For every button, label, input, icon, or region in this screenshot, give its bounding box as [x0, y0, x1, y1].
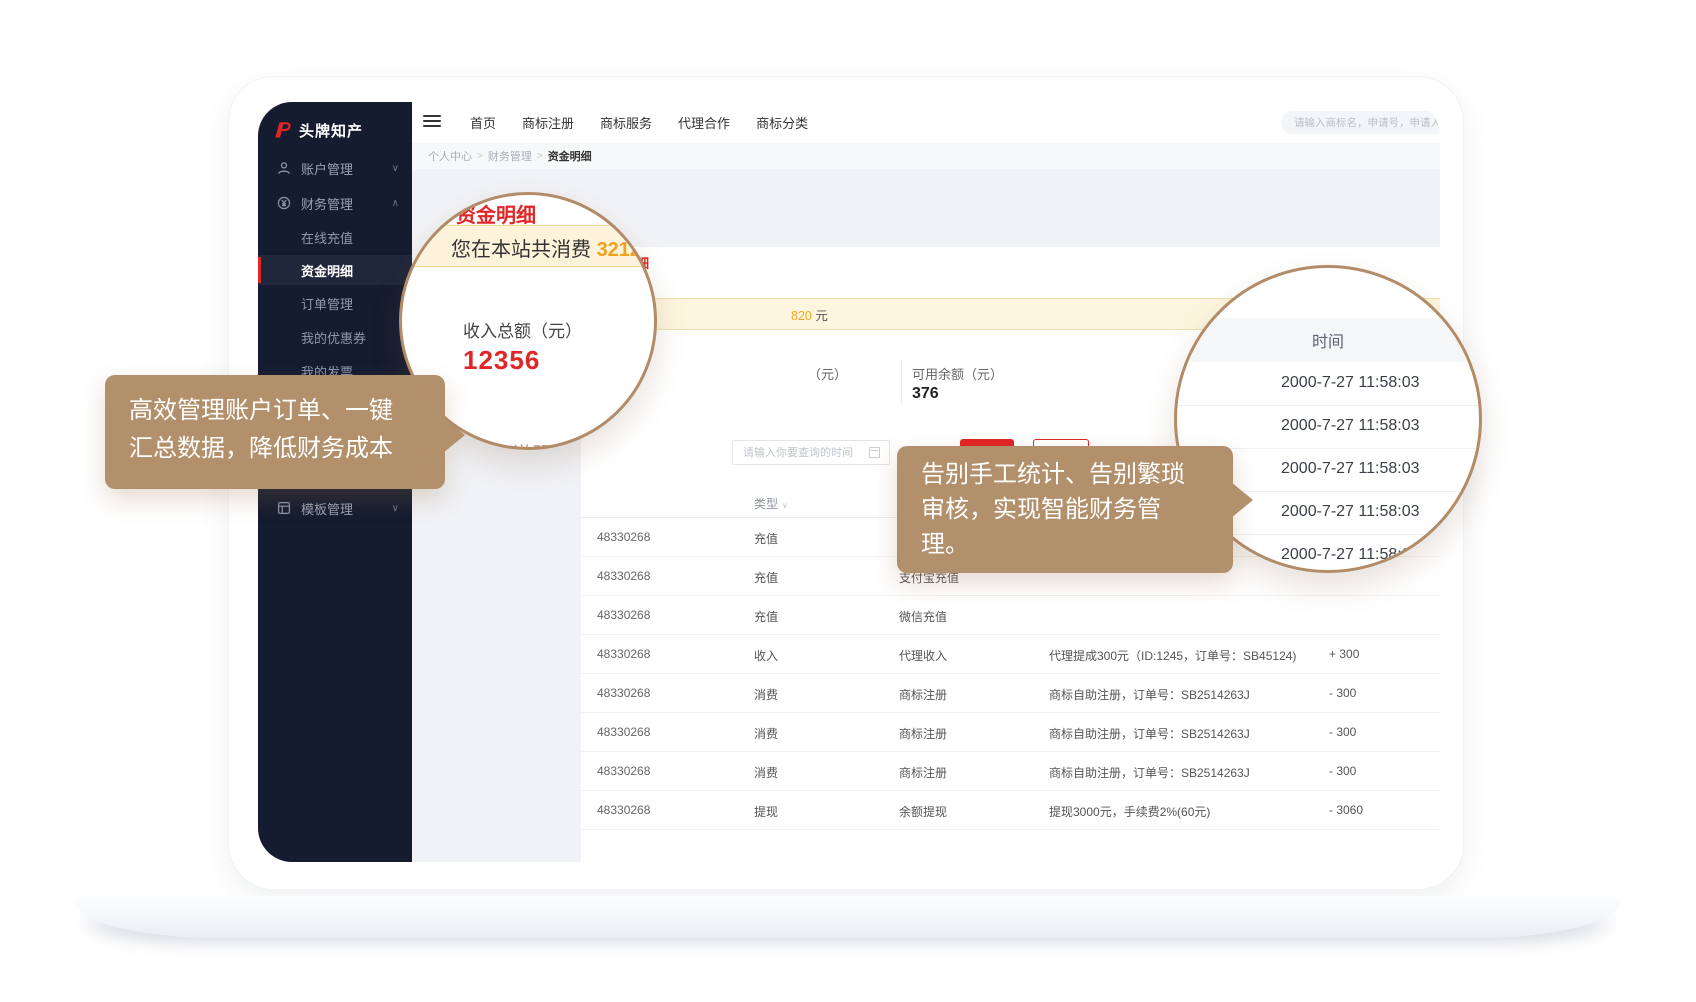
- breadcrumb-item[interactable]: 个人中心: [428, 148, 472, 164]
- trademark-search-input[interactable]: [1281, 111, 1440, 134]
- nav-item-trademark-category[interactable]: 商标分类: [756, 113, 808, 132]
- breadcrumb-separator: [477, 150, 483, 162]
- chevron-up-icon: [392, 198, 399, 209]
- sidebar-subitem-coupons[interactable]: 我的优惠券: [258, 322, 412, 352]
- sidebar-item-finance[interactable]: 财务管理: [258, 187, 412, 219]
- date-query-input[interactable]: [732, 440, 890, 465]
- breadcrumb: 个人中心 财务管理 资金明细: [428, 148, 592, 164]
- brand-logo-icon: [272, 120, 292, 140]
- hamburger-icon[interactable]: [423, 115, 441, 129]
- stats-divider: [901, 359, 902, 405]
- magnified-income-label: 收入总额（元）: [463, 317, 582, 342]
- sidebar-subitem-recharge[interactable]: 在线充值: [258, 222, 412, 252]
- sidebar-item-label: 财务管理: [301, 194, 353, 213]
- consumption-banner-text: 820 元: [791, 305, 828, 324]
- pagination-prev[interactable]: <: [1422, 858, 1440, 862]
- breadcrumb-band: 个人中心 财务管理 资金明细: [412, 143, 1440, 169]
- sidebar-item-label: 账户管理: [301, 159, 353, 178]
- calendar-icon[interactable]: [869, 447, 880, 458]
- breadcrumb-item[interactable]: 财务管理: [488, 148, 532, 164]
- magnified-banner-text: 您在本站共消费 32124 大: [451, 233, 657, 262]
- user-icon: [277, 161, 291, 175]
- nav-item-trademark-service[interactable]: 商标服务: [600, 113, 652, 132]
- magnified-income-value: 12356: [463, 345, 540, 376]
- sidebar-item-template[interactable]: 模板管理: [258, 492, 412, 524]
- magnified-time-header: 时间: [1174, 318, 1482, 362]
- nav-item-trademark-register[interactable]: 商标注册: [522, 113, 574, 132]
- column-header-type[interactable]: 类型: [754, 495, 788, 512]
- stage: 头牌知产 账户管理 财务管理: [0, 0, 1696, 1002]
- available-balance-value: 376: [912, 385, 939, 403]
- nav-item-home[interactable]: 首页: [470, 113, 496, 132]
- table-row: 48330268 消费 商标注册 商标自助注册，订单号：SB2514263J -…: [581, 751, 1440, 791]
- finance-icon: [277, 196, 291, 210]
- template-icon: [277, 501, 291, 515]
- chevron-down-icon: [392, 503, 399, 514]
- callout-smart-finance: 告别手工统计、告别繁琐 审核，实现智能财务管 理。: [897, 446, 1233, 573]
- breadcrumb-current: 资金明细: [548, 148, 592, 164]
- magnified-consumption-amount: 32124: [597, 239, 653, 261]
- nav-item-agent-coop[interactable]: 代理合作: [678, 113, 730, 132]
- breadcrumb-separator: [537, 150, 543, 162]
- brand-logo-text: 头牌知产: [299, 120, 363, 141]
- table-row: 48330268 提现 余额提现 提现3000元，手续费2%(60元) - 30…: [581, 790, 1440, 830]
- table-row: 48330268 收入 代理收入 代理提成300元（ID:1245，订单号：SB…: [581, 634, 1440, 674]
- top-navigation: 首页 商标注册 商标服务 代理合作 商标分类: [470, 102, 808, 143]
- pagination: < 1 2 3 4 5: [581, 858, 1440, 862]
- sidebar-item-account[interactable]: 账户管理: [258, 152, 412, 184]
- sidebar-subitem-funds-detail[interactable]: 资金明细: [258, 255, 412, 285]
- sidebar-item-label: 模板管理: [301, 499, 353, 518]
- stat-middle-label: （元）: [808, 364, 847, 383]
- chevron-down-icon: [392, 163, 399, 174]
- available-balance-label: 可用余额（元）: [912, 364, 1003, 383]
- sidebar-subitem-orders[interactable]: 订单管理: [258, 288, 412, 318]
- brand-logo: 头牌知产: [272, 116, 402, 144]
- magnified-time-row: 2000-7-27 11:58:03: [1174, 405, 1482, 449]
- topbar: 首页 商标注册 商标服务 代理合作 商标分类: [412, 102, 1440, 144]
- table-row: 48330268 消费 商标注册 商标自助注册，订单号：SB2514263J -…: [581, 673, 1440, 713]
- consumption-amount: 820: [791, 309, 812, 323]
- laptop-base: [75, 896, 1620, 938]
- callout-finance-efficiency: 高效管理账户订单、一键 汇总数据，降低财务成本: [105, 375, 445, 489]
- table-row: 48330268 充值 微信充值: [581, 595, 1440, 635]
- magnified-time-row: 2000-7-27 11:58:03: [1174, 362, 1482, 406]
- table-row: 48330268 消费 商标注册 商标自助注册，订单号：SB2514263J -…: [581, 712, 1440, 752]
- magnified-page-title: 资金明细: [456, 199, 536, 228]
